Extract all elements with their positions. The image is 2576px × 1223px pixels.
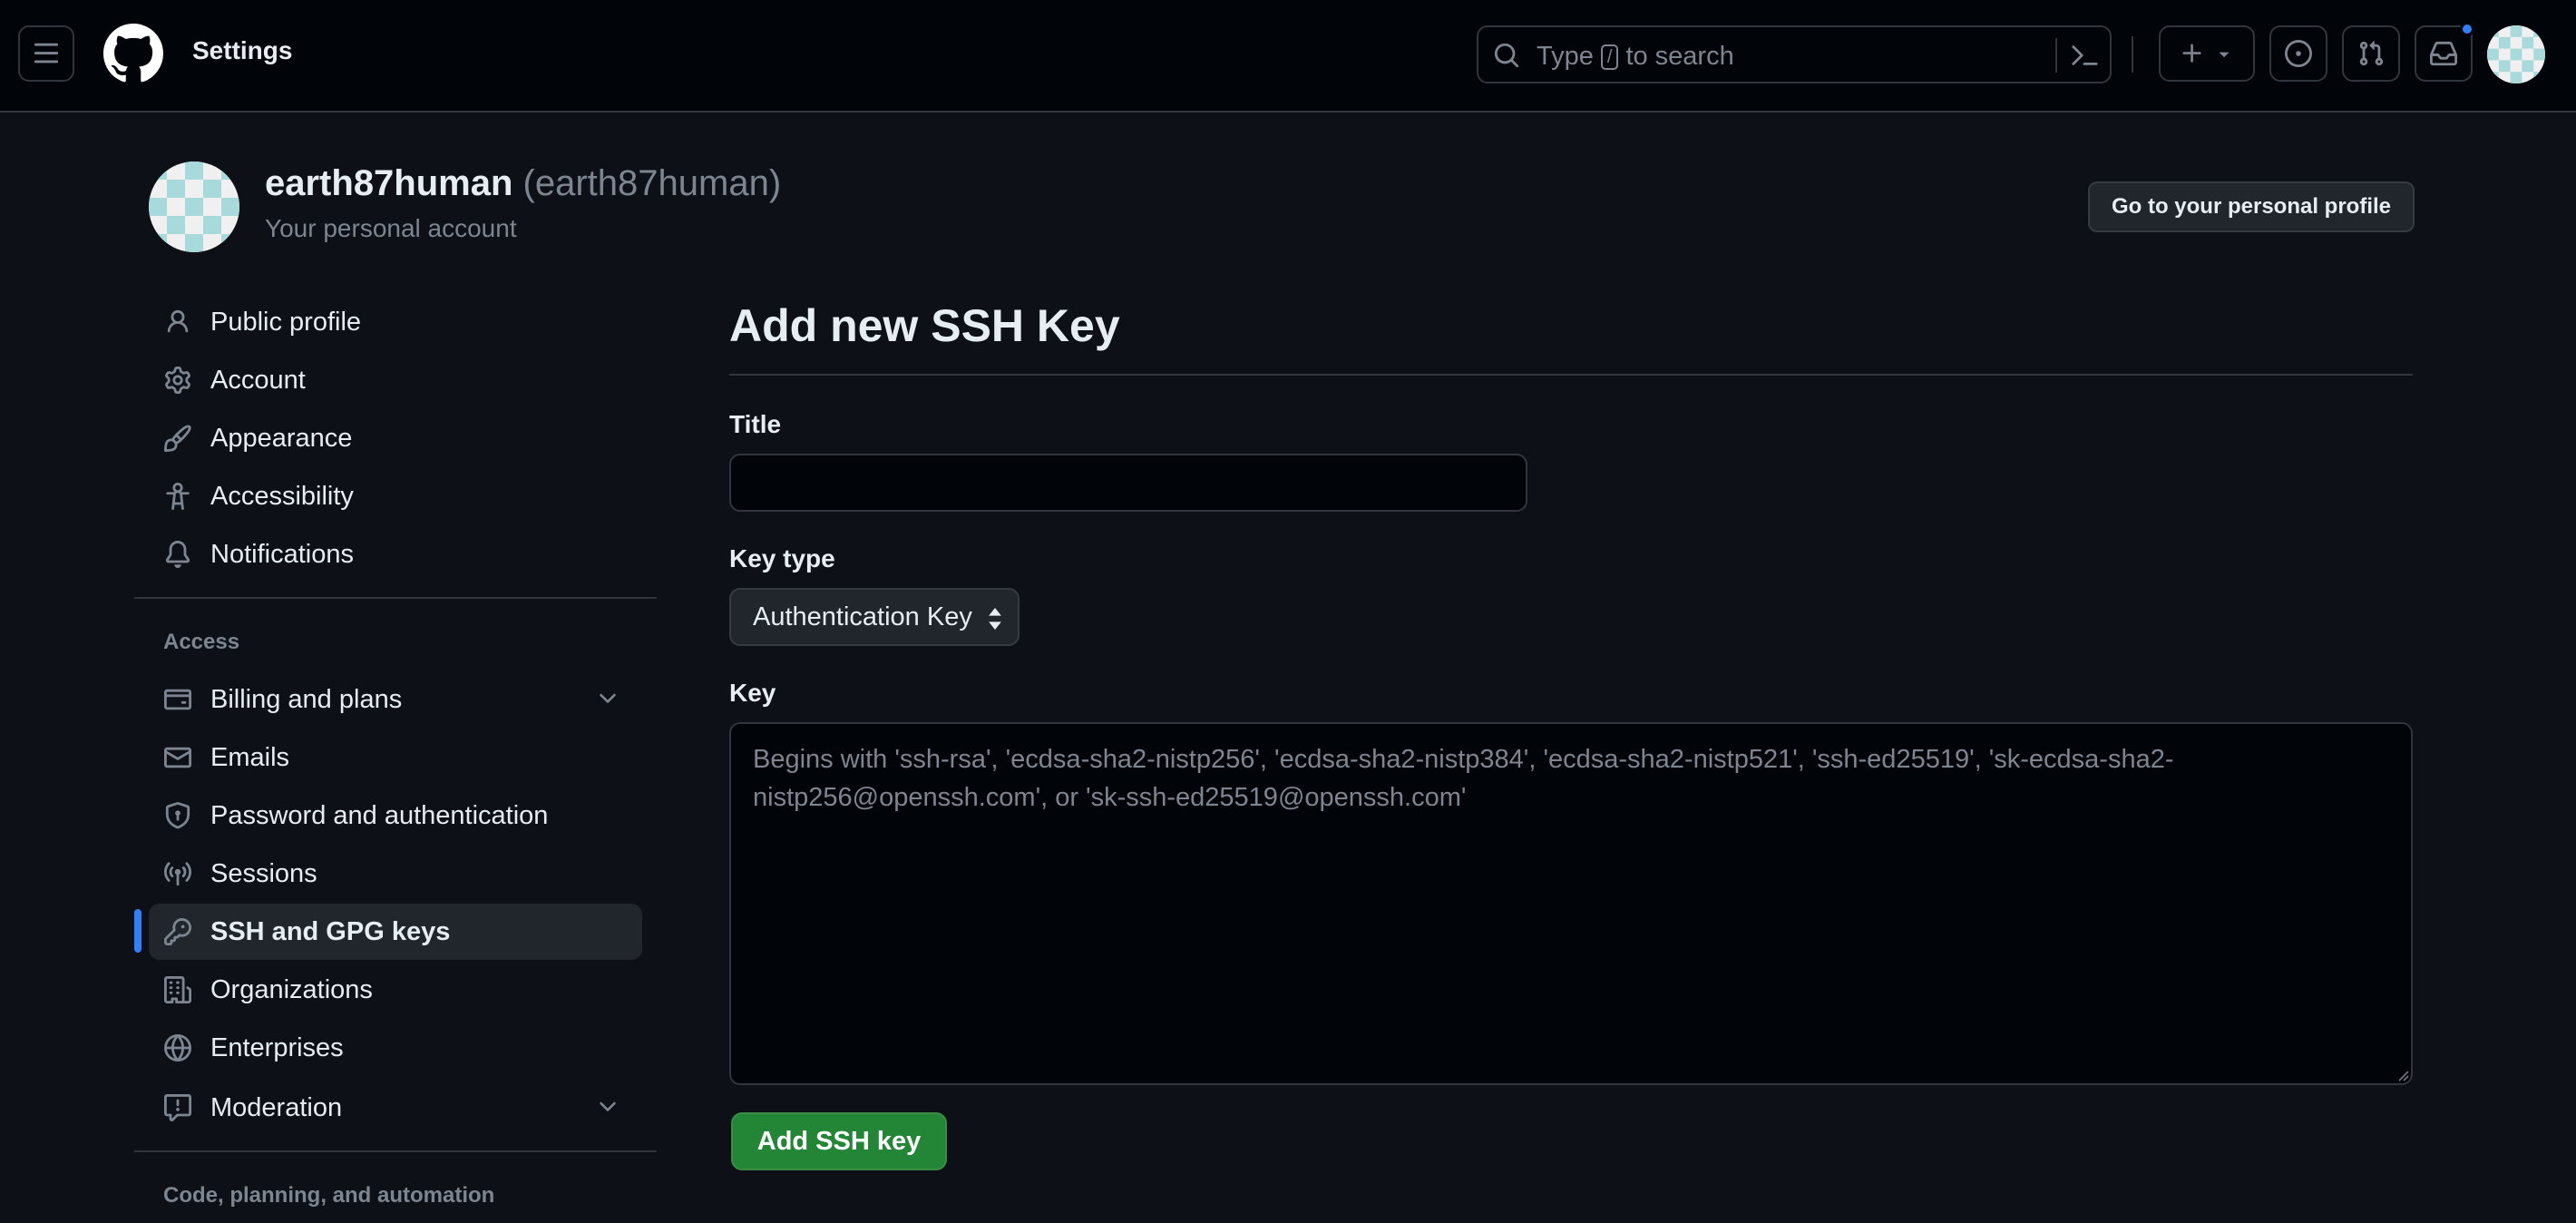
command-palette-icon[interactable] bbox=[2070, 42, 2099, 69]
sidebar-item-appearance[interactable]: Appearance bbox=[149, 410, 642, 466]
sidebar-item-label: Billing and plans bbox=[210, 684, 403, 714]
sidebar-item-billing[interactable]: Billing and plans bbox=[149, 671, 642, 728]
account-subtitle: Your personal account bbox=[265, 214, 517, 242]
sidebar-item-moderation[interactable]: Moderation bbox=[149, 1080, 642, 1136]
shield-lock-icon bbox=[163, 801, 192, 830]
organization-icon bbox=[163, 975, 192, 1004]
sidebar-item-password-auth[interactable]: Password and authentication bbox=[149, 788, 642, 844]
sidebar-section-code: Code, planning, and automation bbox=[163, 1183, 495, 1208]
person-icon bbox=[163, 308, 192, 337]
git-pull-request-icon bbox=[2359, 41, 2384, 66]
key-textarea[interactable] bbox=[729, 722, 2413, 1085]
search-divider bbox=[2055, 38, 2057, 73]
inbox-icon bbox=[2430, 41, 2457, 66]
sidebar-item-organizations[interactable]: Organizations bbox=[149, 962, 642, 1018]
key-type-label: Key type bbox=[729, 544, 835, 572]
title-divider bbox=[729, 374, 2413, 376]
header-divider bbox=[2132, 36, 2133, 73]
report-icon bbox=[163, 1093, 192, 1122]
chevron-down-icon bbox=[600, 1101, 616, 1111]
sidebar-item-notifications[interactable]: Notifications bbox=[149, 526, 642, 582]
account-name: earth87human (earth87human) bbox=[265, 163, 781, 204]
select-arrows-icon bbox=[989, 608, 1001, 630]
sidebar-item-label: Public profile bbox=[210, 307, 362, 337]
global-header: Settings Type / to search bbox=[0, 0, 2576, 113]
add-ssh-key-button[interactable]: Add SSH key bbox=[731, 1112, 947, 1170]
sidebar-item-sessions[interactable]: Sessions bbox=[149, 846, 642, 902]
bell-icon bbox=[163, 540, 192, 569]
notification-indicator bbox=[2460, 22, 2474, 36]
sidebar-item-label: Accessibility bbox=[210, 481, 354, 511]
issue-opened-icon bbox=[2285, 40, 2312, 67]
sidebar-item-label: Moderation bbox=[210, 1092, 343, 1122]
hamburger-icon bbox=[34, 43, 59, 64]
resize-handle-icon[interactable] bbox=[2395, 1067, 2409, 1081]
search-prefix: Type bbox=[1537, 42, 1594, 71]
sidebar-item-label: Enterprises bbox=[210, 1032, 344, 1062]
paintbrush-icon bbox=[163, 424, 192, 453]
active-indicator bbox=[134, 909, 141, 953]
pull-requests-button[interactable] bbox=[2342, 25, 2400, 82]
sidebar-divider bbox=[134, 597, 657, 599]
title-label: Title bbox=[729, 410, 782, 438]
page-title: Add new SSH Key bbox=[729, 300, 1120, 351]
sidebar-item-ssh-gpg-keys[interactable]: SSH and GPG keys bbox=[149, 904, 642, 960]
key-type-select[interactable]: Authentication Key bbox=[729, 588, 1020, 646]
triangle-down-icon bbox=[2219, 52, 2230, 57]
issues-button[interactable] bbox=[2269, 25, 2327, 82]
go-to-profile-button[interactable]: Go to your personal profile bbox=[2088, 181, 2415, 232]
key-label: Key bbox=[729, 679, 776, 707]
create-new-button[interactable] bbox=[2159, 25, 2255, 82]
mail-icon bbox=[163, 743, 192, 772]
sidebar-item-label: Organizations bbox=[210, 974, 373, 1004]
sidebar-item-enterprises[interactable]: Enterprises bbox=[149, 1020, 642, 1076]
sidebar-item-label: Account bbox=[210, 365, 306, 395]
sidebar-item-label: Emails bbox=[210, 742, 290, 772]
page-context-title[interactable]: Settings bbox=[192, 36, 292, 65]
sidebar-item-emails[interactable]: Emails bbox=[149, 729, 642, 786]
globe-icon bbox=[163, 1033, 192, 1062]
github-logo-icon[interactable] bbox=[103, 24, 163, 83]
key-icon bbox=[163, 917, 192, 946]
menu-button[interactable] bbox=[18, 25, 74, 82]
accessibility-icon bbox=[163, 482, 192, 511]
profile-avatar bbox=[149, 161, 239, 252]
sidebar-item-label: Sessions bbox=[210, 858, 317, 888]
sidebar-item-public-profile[interactable]: Public profile bbox=[149, 294, 642, 350]
identicon-icon bbox=[149, 161, 239, 252]
search-suffix: to search bbox=[1625, 42, 1734, 71]
chevron-down-icon bbox=[600, 693, 616, 703]
sidebar-item-accessibility[interactable]: Accessibility bbox=[149, 468, 642, 524]
account-login[interactable]: earth87human bbox=[265, 163, 512, 203]
account-display-name: (earth87human) bbox=[522, 163, 782, 203]
search-shortcut-key: / bbox=[1600, 44, 1619, 70]
title-field[interactable] bbox=[729, 454, 1527, 512]
credit-card-icon bbox=[163, 685, 192, 714]
sidebar-item-label: SSH and GPG keys bbox=[210, 916, 451, 946]
broadcast-icon bbox=[163, 859, 192, 888]
sidebar-divider bbox=[134, 1150, 657, 1152]
identicon-icon bbox=[2487, 25, 2545, 83]
search-placeholder: Type / to search bbox=[1537, 42, 1734, 72]
sidebar-item-account[interactable]: Account bbox=[149, 352, 642, 408]
sidebar-item-label: Password and authentication bbox=[210, 800, 549, 830]
sidebar-item-label: Appearance bbox=[210, 423, 353, 453]
search-input[interactable]: Type / to search bbox=[1477, 25, 2112, 83]
sidebar-item-label: Notifications bbox=[210, 539, 354, 569]
user-avatar[interactable] bbox=[2487, 25, 2545, 83]
plus-icon bbox=[2182, 44, 2201, 63]
sidebar-section-access: Access bbox=[163, 630, 240, 654]
key-type-value: Authentication Key bbox=[753, 602, 972, 631]
search-icon bbox=[1494, 43, 1519, 68]
gear-icon bbox=[163, 366, 192, 395]
